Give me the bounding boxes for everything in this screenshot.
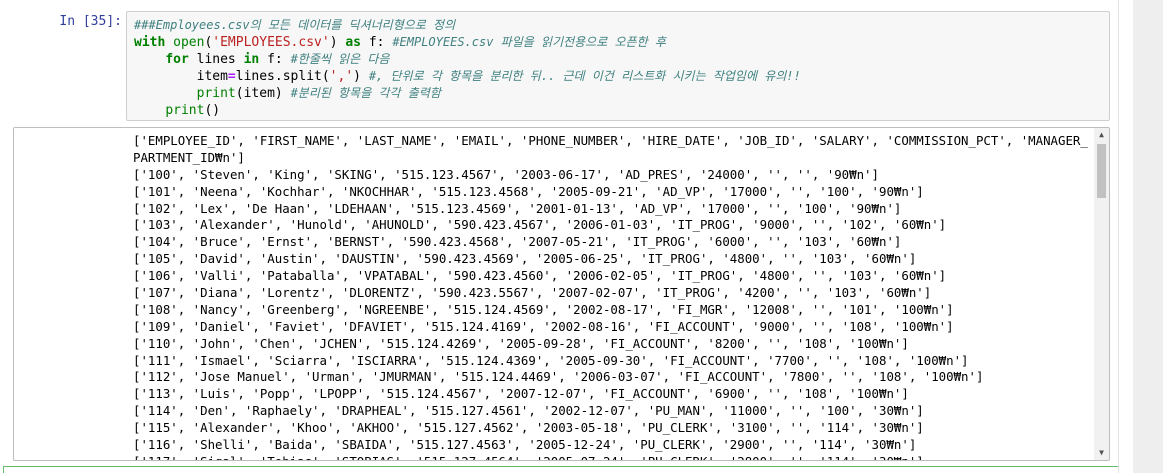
notebook-container: In [35]: ###Employees.csv의 모든 데이터를 딕셔너리형… bbox=[0, 0, 1118, 473]
output-line: ['112', 'Jose Manuel', 'Urman', 'JMURMAN… bbox=[133, 369, 984, 385]
code-keyword: as bbox=[345, 35, 361, 50]
code-builtin: open bbox=[173, 35, 205, 50]
output-line: ['111', 'Ismael', 'Sciarra', 'ISCIARRA',… bbox=[133, 352, 969, 368]
code-token: lines bbox=[188, 52, 244, 67]
output-line: ['104', 'Bruce', 'Ernst', 'BERNST', '590… bbox=[133, 234, 902, 250]
code-token: f: bbox=[361, 35, 393, 50]
code-token: f: bbox=[259, 52, 291, 67]
output-text: ['EMPLOYEE_ID', 'FIRST_NAME', 'LAST_NAME… bbox=[133, 133, 1088, 460]
code-input-area[interactable]: ###Employees.csv의 모든 데이터를 딕셔너리형으로 정의 wit… bbox=[126, 11, 1110, 121]
scroll-down-arrow-icon[interactable]: ▼ bbox=[1094, 446, 1109, 460]
next-cell-border[interactable] bbox=[3, 466, 1118, 473]
output-line: ['115', 'Alexander', 'Khoo', 'AKHOO', '5… bbox=[133, 420, 924, 436]
output-line: ['103', 'Alexander', 'Hunold', 'AHUNOLD'… bbox=[133, 217, 947, 233]
output-line: ['117', 'Sigal', 'Tobias', 'STOBIAS', '5… bbox=[133, 454, 1088, 460]
output-line: ['107', 'Diana', 'Lorentz', 'DLORENTZ', … bbox=[133, 285, 932, 301]
output-line: PARTMENT_ID₩n'] bbox=[133, 149, 245, 165]
code-line-5: print(item) #분리된 항목을 각각 출력함 bbox=[134, 85, 1109, 102]
code-string: ',' bbox=[329, 69, 354, 84]
output-scrollbar[interactable]: ▲ ▼ bbox=[1094, 128, 1109, 460]
output-line: ['102', 'Lex', 'De Haan', 'LDEHAAN', '51… bbox=[133, 200, 902, 216]
output-line: ['106', 'Valli', 'Pataballa', 'VPATABAL'… bbox=[133, 268, 947, 284]
code-comment: #분리된 항목을 각각 출력함 bbox=[290, 86, 441, 100]
jupyter-page: In [35]: ###Employees.csv의 모든 데이터를 딕셔너리형… bbox=[0, 0, 1163, 473]
code-token: () bbox=[204, 103, 221, 118]
code-string: 'EMPLOYEES.csv' bbox=[212, 35, 330, 50]
code-line-6: print() bbox=[134, 102, 1109, 119]
code-line-2: with open('EMPLOYEES.csv') as f: #EMPLOY… bbox=[134, 34, 1109, 51]
notebook-right-gutter bbox=[1118, 0, 1134, 473]
output-line: ['108', 'Nancy', 'Greenberg', 'NGREENBE'… bbox=[133, 301, 954, 317]
code-line-3: for lines in f: #한줄씩 읽은 다음 bbox=[134, 51, 1109, 68]
output-line: ['101', 'Neena', 'Kochhar', 'NKOCHHAR', … bbox=[133, 183, 924, 199]
output-line: ['116', 'Shelli', 'Baida', 'SBAIDA', '51… bbox=[133, 437, 917, 453]
code-token: (item) bbox=[235, 86, 291, 101]
code-token: item bbox=[134, 69, 228, 84]
output-line: ['105', 'David', 'Austin', 'DAUSTIN', '5… bbox=[133, 251, 917, 267]
code-token: ) bbox=[353, 69, 369, 84]
code-builtin: print bbox=[165, 103, 205, 118]
code-line-4: item=lines.split(',') #, 단위로 각 항목을 분리한 뒤… bbox=[134, 68, 1109, 85]
code-token: ) bbox=[329, 35, 346, 50]
input-prompt: In [35]: bbox=[59, 14, 122, 29]
scroll-thumb[interactable] bbox=[1097, 144, 1106, 198]
code-line-1: ###Employees.csv의 모든 데이터를 딕셔너리형으로 정의 bbox=[134, 17, 1109, 34]
code-keyword: in bbox=[243, 52, 260, 67]
output-line: ['EMPLOYEE_ID', 'FIRST_NAME', 'LAST_NAME… bbox=[133, 133, 1088, 148]
output-line: ['100', 'Steven', 'King', 'SKING', '515.… bbox=[133, 166, 879, 182]
code-builtin: print bbox=[196, 86, 236, 101]
cell-output-area[interactable]: ['EMPLOYEE_ID', 'FIRST_NAME', 'LAST_NAME… bbox=[13, 127, 1110, 461]
output-line: ['109', 'Daniel', 'Faviet', 'DFAVIET', '… bbox=[133, 318, 954, 334]
code-operator: = bbox=[227, 69, 236, 84]
output-line: ['114', 'Den', 'Raphaely', 'DRAPHEAL', '… bbox=[133, 403, 924, 419]
code-comment: #EMPLOYEES.csv 파일을 읽기전용으로 오픈한 후 bbox=[392, 35, 666, 49]
page-scrollbar-track[interactable] bbox=[1133, 0, 1163, 473]
code-comment: #한줄씩 읽은 다음 bbox=[290, 52, 390, 66]
scroll-up-arrow-icon[interactable]: ▲ bbox=[1094, 128, 1109, 142]
code-comment: #, 단위로 각 항목을 분리한 뒤.. 근데 이건 리스트화 시키는 작업임에… bbox=[368, 69, 801, 83]
output-line: ['110', 'John', 'Chen', 'JCHEN', '515.12… bbox=[133, 335, 909, 351]
output-line: ['113', 'Luis', 'Popp', 'LPOPP', '515.12… bbox=[133, 386, 909, 402]
code-keyword: with bbox=[134, 35, 166, 50]
code-comment: ###Employees.csv의 모든 데이터를 딕셔너리형으로 정의 bbox=[134, 18, 456, 32]
code-token: lines.split( bbox=[235, 69, 330, 84]
code-keyword: for bbox=[165, 52, 189, 67]
